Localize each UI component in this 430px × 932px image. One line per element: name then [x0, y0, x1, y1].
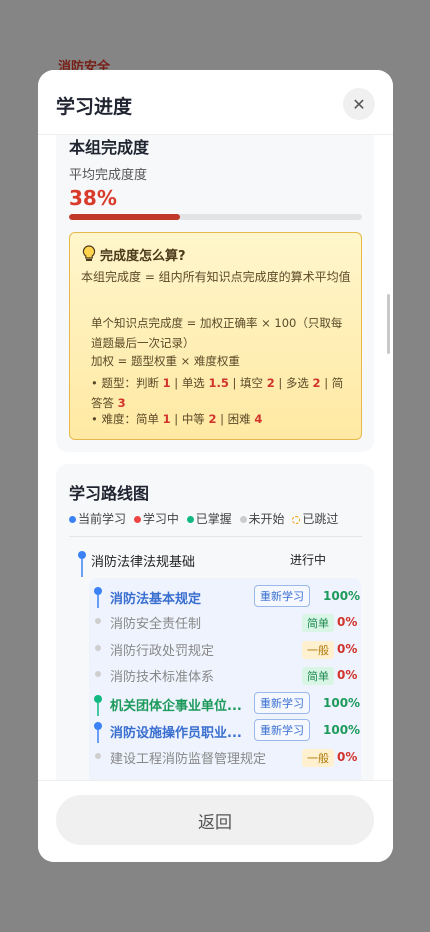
item-name[interactable]: 建设工程消防监督管理规定 [110, 748, 266, 767]
item-name[interactable]: 消防行政处罚规定 [110, 640, 214, 659]
item-score: 0% [337, 750, 358, 764]
item-score: 100% [323, 589, 361, 603]
item-score: 0% [337, 615, 358, 629]
legend-learning: 学习中 [133, 510, 179, 527]
item-name[interactable]: 消防设施操作员职业... [110, 722, 242, 741]
legend-current: 当前学习 [69, 510, 126, 527]
summary-title: 本组完成度 [69, 138, 150, 157]
modal-title: 学习进度 [56, 96, 133, 118]
relearn-button[interactable]: 重新学习 [254, 719, 310, 741]
back-button[interactable]: 返回 [56, 795, 374, 845]
close-icon: ✕ [352, 94, 366, 114]
legend-learning-dot [133, 516, 141, 523]
scrollbar[interactable] [387, 294, 390, 354]
group-node-marker [78, 551, 86, 577]
roadmap-group[interactable]: 消防法律法规基础 进行中 [69, 536, 362, 577]
roadmap-item-list: 消防法基本规定 重新学习 100% 消防安全责任制 简单 0% 消防行政处罚规定… [89, 578, 361, 780]
item-marker-not-started [95, 618, 101, 624]
legend-mastered: 已掌握 [186, 510, 232, 527]
progress-modal: 学习进度 ✕ 本组完成度 平均完成度度 38% 完成度怎么算? 本组完成度 = … [38, 70, 393, 862]
difficulty-tag: 一般 [302, 641, 334, 659]
legend-not-started-dot [239, 516, 247, 523]
group-status: 进行中 [290, 553, 327, 567]
formula-tip: 完成度怎么算? 本组完成度 = 组内所有知识点完成度的算术平均值 单个知识点完成… [69, 232, 362, 440]
modal-header: 学习进度 ✕ [38, 70, 393, 135]
item-score: 100% [323, 723, 361, 737]
difficulty-tag: 简单 [302, 667, 334, 685]
item-name[interactable]: 机关团体企事业单位... [110, 695, 242, 714]
relearn-button[interactable]: 重新学习 [254, 585, 310, 607]
legend-current-dot [69, 516, 76, 523]
progress-bar [69, 214, 362, 220]
legend-skipped: 已跳过 [292, 510, 338, 527]
avg-value: 38% [69, 186, 117, 210]
group-name: 消防法律法规基础 [91, 555, 196, 570]
roadmap-legend: 当前学习 学习中 已掌握 未开始 已跳过 [69, 510, 369, 526]
tip-title: 完成度怎么算? [100, 249, 186, 264]
item-marker-mastered [94, 695, 102, 716]
item-marker-not-started [95, 671, 101, 677]
roadmap-card: 学习路线图 当前学习 学习中 已掌握 未开始 已跳过 消防法律法规基础 进行中 … [56, 464, 374, 780]
modal-scroll-area[interactable]: 本组完成度 平均完成度度 38% 完成度怎么算? 本组完成度 = 组内所有知识点… [38, 134, 393, 780]
legend-skipped-dot [292, 515, 301, 524]
modal-footer: 返回 [38, 780, 393, 862]
item-marker-current [94, 587, 102, 608]
item-name[interactable]: 消防安全责任制 [110, 613, 201, 632]
tip-diff: • 难度：简单 1 | 中等 2 | 困难 4 [91, 412, 263, 426]
summary-card: 本组完成度 平均完成度度 38% 完成度怎么算? 本组完成度 = 组内所有知识点… [56, 134, 374, 452]
avg-label: 平均完成度度 [69, 168, 148, 183]
item-name[interactable]: 消防技术标准体系 [110, 666, 214, 685]
item-score: 0% [337, 668, 358, 682]
difficulty-tag: 简单 [302, 614, 334, 632]
item-marker-not-started [95, 645, 101, 651]
progress-bar-fill [69, 214, 181, 220]
legend-not-started: 未开始 [239, 510, 285, 527]
tip-line-3: 加权 = 题型权重 × 难度权重 [91, 354, 240, 368]
item-marker-current [94, 722, 102, 743]
difficulty-tag: 一般 [302, 749, 334, 767]
item-marker-not-started [95, 753, 101, 759]
item-name[interactable]: 消防法基本规定 [110, 588, 201, 607]
lightbulb-icon [82, 245, 96, 261]
tip-line-2: 单个知识点完成度 = 加权正确率 × 100（只取每道题最后一次记录） [91, 316, 343, 350]
tip-types: • 题型：判断 1 | 单选 1.5 | 填空 2 | 多选 2 | 简答答 3 [91, 376, 344, 410]
roadmap-title: 学习路线图 [69, 484, 150, 503]
item-score: 0% [337, 642, 358, 656]
close-button[interactable]: ✕ [343, 88, 375, 120]
relearn-button[interactable]: 重新学习 [254, 692, 310, 714]
tip-line-1: 本组完成度 = 组内所有知识点完成度的算术平均值 [81, 270, 351, 284]
item-score: 100% [323, 696, 361, 710]
legend-mastered-dot [186, 516, 194, 523]
